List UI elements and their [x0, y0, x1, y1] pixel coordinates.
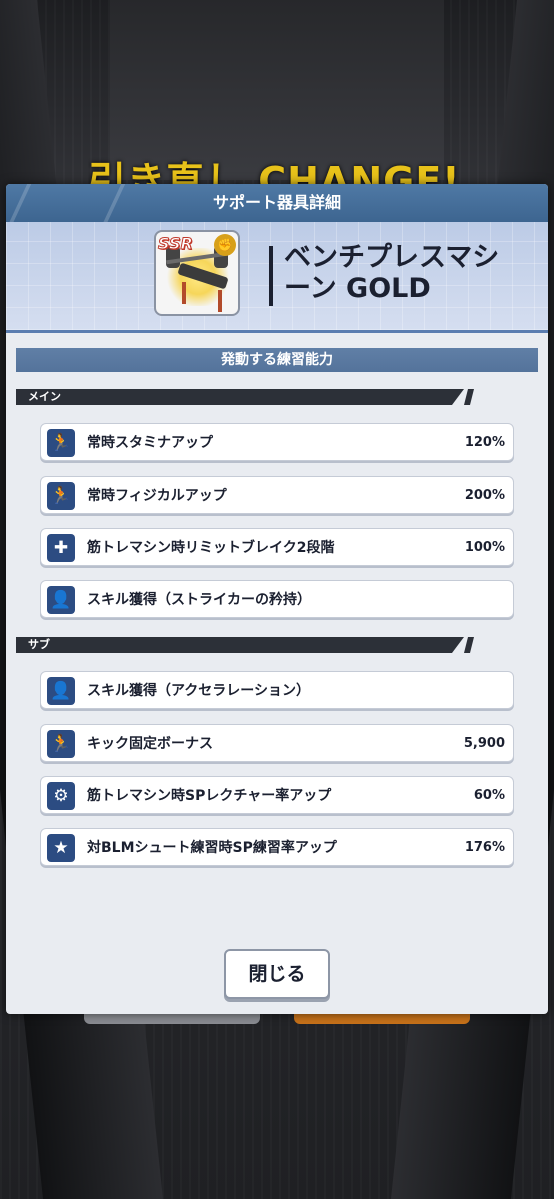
ability-label: 対BLMシュート練習時SP練習率アップ — [87, 840, 337, 856]
ability-label: 常時フィジカルアップ — [87, 488, 227, 504]
running-icon: 🏃 — [47, 429, 75, 457]
ability-value: 120% — [464, 435, 505, 450]
item-thumbnail: SSR ✊ — [154, 230, 240, 316]
ability-row-sub-0: 👤 スキル獲得（アクセラレーション） — [40, 671, 514, 709]
section-title: 発動する練習能力 — [16, 348, 538, 372]
ability-label: 筋トレマシン時SPレクチャー率アップ — [87, 788, 332, 804]
ability-row-main-1: 🏃 常時フィジカルアップ 200% — [40, 476, 514, 514]
sub-subheader: サブ — [16, 637, 464, 653]
ability-value: 5,900 — [463, 736, 505, 751]
dialog-title: サポート器具詳細 — [212, 193, 341, 212]
ability-row-sub-2: ⚙ 筋トレマシン時SPレクチャー率アップ 60% — [40, 776, 514, 814]
bench-leg — [182, 282, 186, 304]
rarity-badge: SSR — [158, 234, 194, 254]
ability-value: 60% — [473, 788, 505, 803]
ability-value: 200% — [464, 488, 505, 503]
ability-value: 176% — [464, 840, 505, 855]
item-name: ベンチプレスマシーン GOLD — [284, 242, 500, 304]
ability-label: スキル獲得（アクセラレーション） — [87, 683, 311, 699]
whistle-icon: ⚙ — [47, 782, 75, 810]
ability-label: 筋トレマシン時リミットブレイク2段階 — [87, 540, 335, 556]
title-accent-bar — [269, 246, 273, 306]
ability-row-main-0: 🏃 常時スタミナアップ 120% — [40, 423, 514, 461]
ability-row-main-3: 👤 スキル獲得（ストライカーの矜持） — [40, 580, 514, 618]
star-icon: ★ — [47, 834, 75, 862]
bench-leg — [218, 290, 222, 312]
ability-label: スキル獲得（ストライカーの矜持） — [87, 592, 311, 608]
puzzle-icon: ✚ — [47, 534, 75, 562]
running-icon: 🏃 — [47, 482, 75, 510]
ability-row-sub-1: 🏃 キック固定ボーナス 5,900 — [40, 724, 514, 762]
fist-icon: ✊ — [214, 234, 236, 256]
ability-label: 常時スタミナアップ — [87, 435, 213, 451]
title-decoration — [6, 184, 130, 222]
skill-person-icon: 👤 — [47, 677, 75, 705]
ability-label: キック固定ボーナス — [87, 736, 213, 752]
ability-row-main-2: ✚ 筋トレマシン時リミットブレイク2段階 100% — [40, 528, 514, 566]
close-button[interactable]: 閉じる — [224, 949, 330, 999]
main-subheader: メイン — [16, 389, 464, 405]
ability-value: 100% — [464, 540, 505, 555]
skill-person-icon: 👤 — [47, 586, 75, 614]
running-icon: 🏃 — [47, 730, 75, 758]
ability-row-sub-3: ★ 対BLMシュート練習時SP練習率アップ 176% — [40, 828, 514, 866]
dialog-title-bar: サポート器具詳細 — [6, 184, 548, 222]
